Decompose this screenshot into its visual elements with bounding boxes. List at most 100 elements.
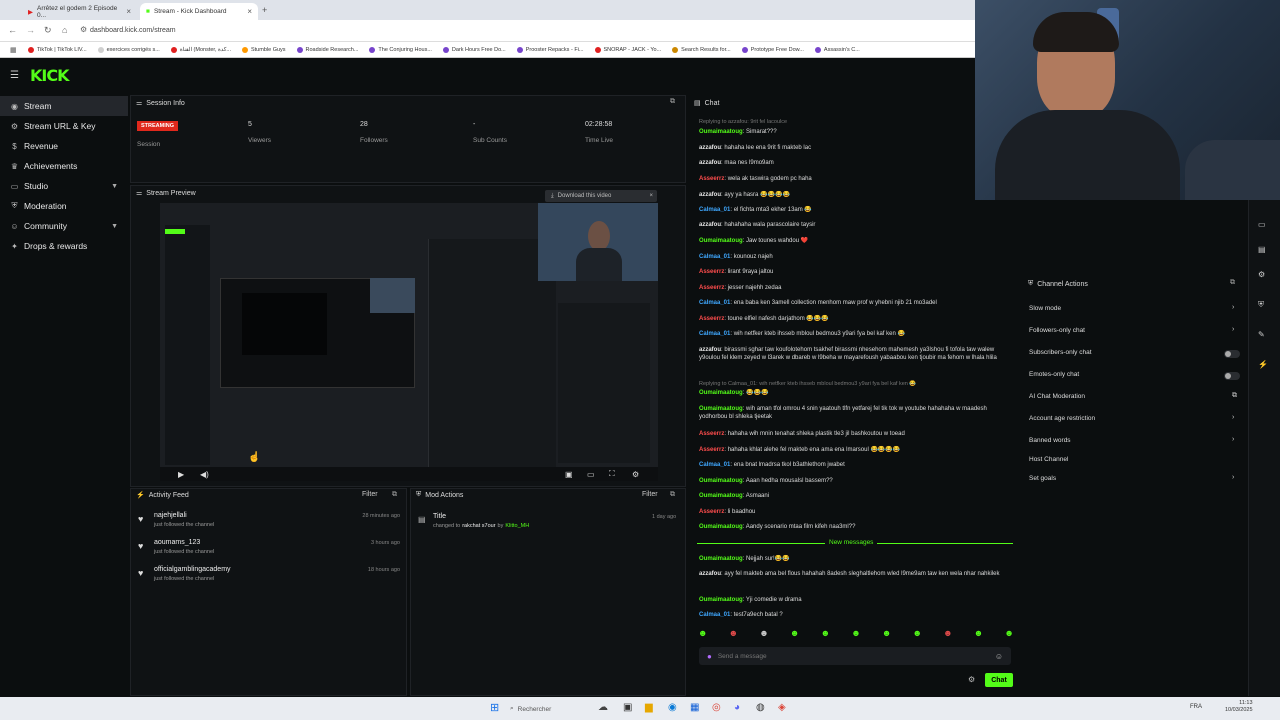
toolbar-icon[interactable]: ✎ xyxy=(1258,330,1265,339)
file-explorer-icon[interactable]: ▆ xyxy=(645,702,653,713)
url-field[interactable]: dashboard.kick.com/stream xyxy=(90,24,590,38)
channel-action-slow-mode[interactable]: Slow mode xyxy=(1029,305,1061,312)
chat-username[interactable]: Oumaimaatoug xyxy=(699,238,743,244)
chevron-right-icon[interactable]: › xyxy=(1232,414,1234,421)
sidebar-item-revenue[interactable]: $ Revenue xyxy=(0,136,128,156)
chat-settings-icon[interactable]: ⚙ xyxy=(968,675,975,684)
mic-icon[interactable]: ● xyxy=(707,652,712,661)
bookmark-item[interactable]: exercices corrigés s... xyxy=(97,47,160,53)
volume-icon[interactable]: ◀) xyxy=(200,470,209,479)
play-icon[interactable]: ▶ xyxy=(178,470,184,479)
site-info-icon[interactable]: ⚙ xyxy=(80,25,87,34)
emote-icon[interactable]: ☻ xyxy=(821,628,830,642)
home-icon[interactable]: ⌂ xyxy=(62,25,67,35)
chat-username[interactable]: Asseerrz xyxy=(699,316,724,322)
sidebar-item-stream[interactable]: ◉ Stream xyxy=(0,96,128,116)
chat-username[interactable]: azzafou xyxy=(699,160,721,166)
browser-tab[interactable]: ▶ Arrêtez el godem 2 Episode 0... × xyxy=(22,3,137,20)
chat-username[interactable]: Asseerrz xyxy=(699,447,724,453)
channel-action-account-age-restriction[interactable]: Account age restriction xyxy=(1029,415,1095,422)
bookmark-item[interactable]: Prototype Free Dow... xyxy=(741,47,804,53)
channel-action-ai-chat-moderation[interactable]: AI Chat Moderation xyxy=(1029,393,1085,400)
activity-filter-button[interactable]: Filter xyxy=(362,491,378,498)
chevron-down-icon[interactable]: ▼ xyxy=(111,223,118,230)
sidebar-item-community[interactable]: ☺ Community ▼ xyxy=(0,216,128,236)
toolbar-icon[interactable]: ▤ xyxy=(1258,245,1266,254)
windows-start-icon[interactable]: ⊞ xyxy=(490,701,499,714)
reload-icon[interactable]: ↻ xyxy=(44,25,52,36)
toggle-switch[interactable] xyxy=(1224,350,1240,358)
settings-icon[interactable]: ⚙ xyxy=(632,470,639,479)
chevron-right-icon[interactable]: › xyxy=(1232,326,1234,333)
emote-icon[interactable]: ☻ xyxy=(912,628,921,642)
bookmark-item[interactable]: The Conjuring Hous... xyxy=(369,47,432,53)
popout-icon[interactable]: ⧉ xyxy=(1230,279,1235,287)
popout-icon[interactable]: ⧉ xyxy=(670,98,675,106)
chat-username[interactable]: Oumaimaatoug xyxy=(699,129,743,135)
apps-icon[interactable]: ▦ xyxy=(10,46,17,54)
chevron-right-icon[interactable]: › xyxy=(1232,474,1234,481)
chat-username[interactable]: azzafou xyxy=(699,347,721,353)
pip-icon[interactable]: ▣ xyxy=(565,470,573,479)
popout-icon[interactable]: ⧉ xyxy=(392,491,397,499)
app-icon[interactable]: ◈ xyxy=(778,702,786,713)
taskbar-search[interactable]: ⌕ Rechercher xyxy=(510,702,590,716)
chat-input[interactable]: ● Send a message ☺ xyxy=(699,647,1011,665)
bookmark-item[interactable]: TikTok | TikTok LIV... xyxy=(28,47,87,53)
chat-username[interactable]: Oumaimaatoug xyxy=(699,493,743,499)
close-icon[interactable]: × xyxy=(649,193,653,199)
chevron-right-icon[interactable]: › xyxy=(1232,304,1234,311)
chat-username[interactable]: azzafou xyxy=(699,145,721,151)
mod-filter-button[interactable]: Filter xyxy=(642,491,658,498)
channel-action-emotes-only-chat[interactable]: Emotes-only chat xyxy=(1029,371,1079,378)
sidebar-item-drops-rewards[interactable]: ✦ Drops & rewards xyxy=(0,236,128,256)
chat-username[interactable]: Oumaimaatoug xyxy=(699,597,743,603)
channel-action-set-goals[interactable]: Set goals xyxy=(1029,475,1056,482)
browser-tab-active[interactable]: ■ Stream - Kick Dashboard × xyxy=(140,3,258,20)
chat-username[interactable]: Calmaa_01 xyxy=(699,462,730,468)
chat-username[interactable]: azzafou xyxy=(699,571,721,577)
menu-icon[interactable]: ☰ xyxy=(10,70,19,81)
chevron-down-icon[interactable]: ▼ xyxy=(111,183,118,190)
bookmark-item[interactable]: Stumble Guys xyxy=(241,47,286,53)
send-chat-button[interactable]: Chat xyxy=(985,673,1013,687)
bookmark-item[interactable]: Dark Hours Free Do... xyxy=(442,47,506,53)
obs-icon[interactable]: ◍ xyxy=(756,702,765,713)
emote-icon[interactable]: ☻ xyxy=(1004,628,1013,642)
chat-username[interactable]: Asseerrz xyxy=(699,285,724,291)
emote-icon[interactable]: ☻ xyxy=(882,628,891,642)
chat-username[interactable]: Calmaa_01 xyxy=(699,612,730,618)
external-link-icon[interactable]: ⧉ xyxy=(1232,392,1237,400)
toolbar-icon[interactable]: ▭ xyxy=(1258,220,1266,229)
channel-action-host-channel[interactable]: Host Channel xyxy=(1029,456,1068,463)
bookmark-item[interactable]: القناة (Monster, كدة... xyxy=(170,47,231,53)
chat-username[interactable]: Asseerrz xyxy=(699,176,724,182)
toolbar-icon[interactable]: ⚡ xyxy=(1258,360,1268,369)
emote-icon[interactable]: ☻ xyxy=(851,628,860,642)
download-video-button[interactable]: ⤓ Download this video × xyxy=(545,190,657,202)
chevron-right-icon[interactable]: › xyxy=(1232,436,1234,443)
edge-icon[interactable]: ◉ xyxy=(668,702,677,713)
chat-username[interactable]: azzafou xyxy=(699,192,721,198)
toggle-switch[interactable] xyxy=(1224,372,1240,380)
emote-icon[interactable]: ☻ xyxy=(943,628,952,642)
close-tab-icon[interactable]: × xyxy=(126,7,131,16)
forward-icon[interactable]: → xyxy=(26,25,35,35)
emoji-icon[interactable]: ☺ xyxy=(995,652,1003,661)
popout-icon[interactable]: ⧉ xyxy=(670,491,675,499)
task-view-icon[interactable]: ▣ xyxy=(623,702,632,713)
back-icon[interactable]: ← xyxy=(8,25,17,35)
bookmark-item[interactable]: Prooster Repacks - Fi... xyxy=(516,47,584,53)
close-tab-icon[interactable]: × xyxy=(247,7,252,16)
toolbar-icon[interactable]: ⛨ xyxy=(1258,300,1264,310)
toolbar-icon[interactable]: ⚙ xyxy=(1258,270,1265,279)
store-icon[interactable]: ▦ xyxy=(690,702,699,713)
activity-username[interactable]: aoumams_123 xyxy=(154,539,200,546)
widgets-icon[interactable]: ☁ xyxy=(598,702,608,713)
chat-username[interactable]: Oumaimaatoug xyxy=(699,478,743,484)
emote-icon[interactable]: ☻ xyxy=(790,628,799,642)
bookmark-item[interactable]: Assassin's C... xyxy=(814,47,860,53)
fullscreen-icon[interactable]: ⛶ xyxy=(609,469,615,479)
chat-username[interactable]: Oumaimaatoug xyxy=(699,406,743,412)
bookmark-item[interactable]: Search Results for... xyxy=(672,47,731,53)
